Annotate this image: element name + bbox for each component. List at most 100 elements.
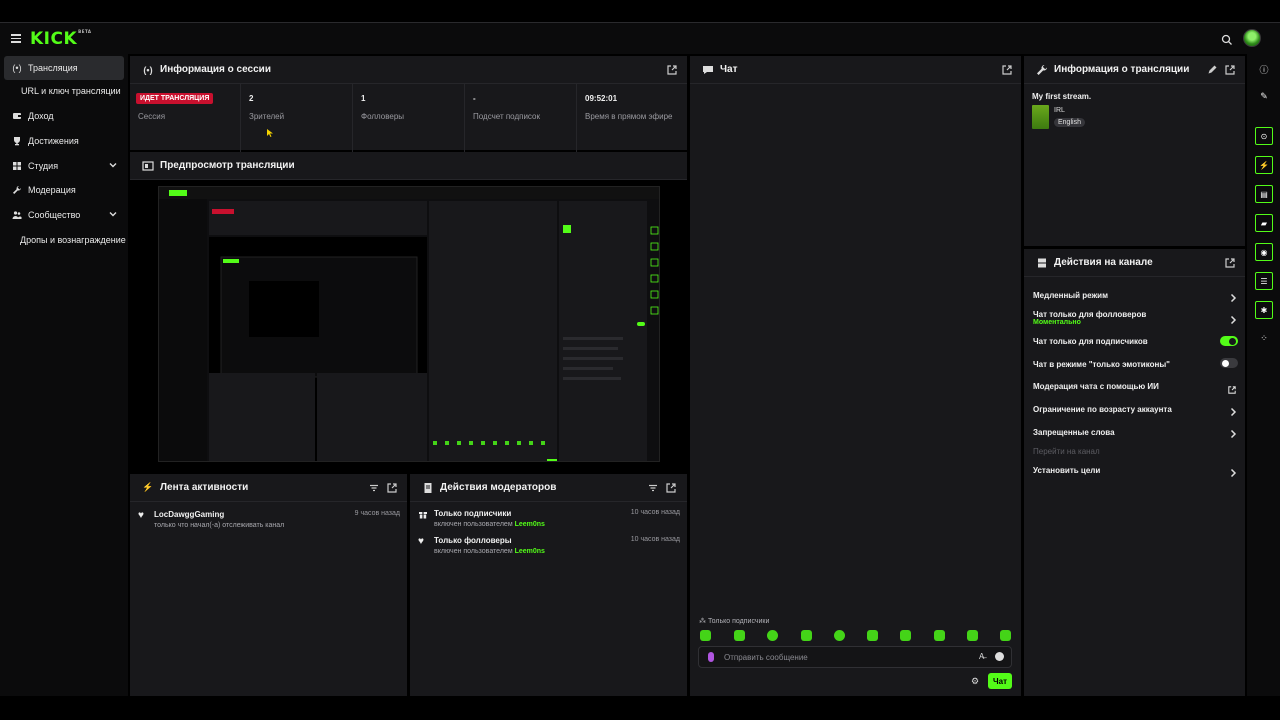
popout-icon[interactable]	[387, 483, 397, 493]
followers-only-row[interactable]: Чат только для фолловеров	[1033, 310, 1146, 319]
emote-icon[interactable]	[934, 630, 945, 641]
popout-icon[interactable]	[667, 65, 677, 75]
mod-action-user[interactable]: Leem0ns	[515, 521, 545, 528]
popout-icon[interactable]	[1225, 65, 1235, 75]
stat-label: Фолловеры	[361, 112, 405, 121]
edit-icon[interactable]: ✎	[1258, 90, 1270, 102]
chat-message-input[interactable]: Отправить сообщение A̶	[698, 646, 1012, 668]
language-tag: English	[1054, 118, 1085, 127]
wrench-icon	[12, 185, 22, 195]
external-link-icon[interactable]	[1228, 381, 1236, 394]
filter-icon[interactable]	[369, 483, 379, 493]
stat-value: 09:52:01	[585, 94, 618, 103]
lightning-icon[interactable]: ⚡	[1255, 156, 1273, 174]
kick-logo[interactable]: KICKBETA	[30, 29, 91, 49]
chevron-right-icon[interactable]	[1228, 290, 1238, 303]
info-icon[interactable]: ⓘ	[1258, 63, 1270, 75]
stat-live-time: 09:52:01 Время в прямом эфире	[577, 84, 687, 152]
emote-only-toggle[interactable]	[1220, 358, 1238, 368]
chat-panel: Чат	[690, 56, 1021, 696]
emote-icon[interactable]	[801, 630, 812, 641]
mod-action-user[interactable]: Leem0ns	[515, 548, 545, 555]
emote-icon[interactable]	[700, 630, 711, 641]
emote-icon[interactable]	[834, 630, 845, 641]
broadcast-icon[interactable]: ◉	[1255, 243, 1273, 261]
emote-icon[interactable]	[767, 630, 778, 641]
wrench-icon	[1036, 64, 1048, 76]
panel-title: Предпросмотр трансляции	[160, 160, 295, 171]
stream-preview-video	[158, 186, 660, 462]
sidebar-item-drops[interactable]: Дропы и вознаграждение	[20, 235, 126, 245]
stat-label: Время в прямом эфире	[585, 112, 673, 121]
sidebar-item-studio[interactable]: Студия	[4, 154, 124, 178]
emote-only-row: Чат в режиме "только эмотиконы"	[1033, 360, 1170, 369]
stat-followers: 1 Фолловеры	[353, 84, 465, 152]
user-avatar[interactable]	[1243, 29, 1261, 47]
panel-title: Чат	[720, 64, 738, 75]
sidebar-item-community[interactable]: Сообщество	[4, 203, 124, 227]
set-goals-row[interactable]: Установить цели	[1033, 466, 1100, 475]
panel-title: Действия на канале	[1054, 257, 1153, 268]
session-info-panel: (•) Информация о сессии ИДЕТ ТРАНСЛЯЦИЯ …	[130, 56, 687, 152]
subscribers-only-toggle[interactable]	[1220, 336, 1238, 346]
stream-title: My first stream.	[1032, 92, 1092, 101]
edit-icon[interactable]	[1207, 65, 1217, 75]
account-age-row[interactable]: Ограничение по возрасту аккаунта	[1033, 405, 1172, 414]
sidebar-item-broadcast[interactable]: (•) Трансляция	[4, 56, 124, 80]
panel-title: Лента активности	[160, 482, 249, 493]
emote-icon[interactable]	[734, 630, 745, 641]
subscribers-only-row: Чат только для подписчиков	[1033, 337, 1148, 346]
chat-bubble-icon	[702, 64, 714, 76]
sidebar-item-income[interactable]: Доход	[4, 104, 124, 128]
popout-icon[interactable]	[1002, 65, 1012, 75]
emoji-icon[interactable]	[995, 652, 1004, 661]
wrench-icon[interactable]: ✱	[1255, 301, 1273, 319]
category-thumbnail[interactable]	[1032, 105, 1049, 129]
chat-bubble-icon[interactable]: ▰	[1255, 214, 1273, 232]
filter-icon[interactable]	[648, 483, 658, 493]
chat-send-button[interactable]: Чат	[988, 673, 1012, 689]
chevron-right-icon[interactable]	[1228, 465, 1238, 478]
emote-icon[interactable]	[967, 630, 978, 641]
menu-icon[interactable]	[11, 34, 21, 43]
chevron-right-icon[interactable]	[1228, 312, 1238, 325]
document-icon	[422, 482, 434, 494]
chevron-down-icon	[108, 160, 118, 170]
emote-icon[interactable]	[867, 630, 878, 641]
ai-moderation-row[interactable]: Модерация чата с помощью ИИ	[1033, 382, 1159, 391]
sidebar-item-moderation[interactable]: Модерация	[4, 178, 124, 202]
mouse-cursor	[267, 124, 273, 137]
chevron-right-icon[interactable]	[1228, 404, 1238, 417]
live-badge: ИДЕТ ТРАНСЛЯЦИЯ	[136, 93, 214, 104]
popout-icon[interactable]	[1225, 258, 1235, 268]
emote-icon[interactable]	[900, 630, 911, 641]
stat-label: Зрителей	[249, 112, 285, 121]
category-name[interactable]: IRL	[1054, 107, 1065, 114]
camera-icon[interactable]: ⊙	[1255, 127, 1273, 145]
gear-icon[interactable]: ⚙	[971, 676, 981, 686]
wallet-icon	[12, 111, 22, 121]
preview-thumbnail	[159, 187, 659, 461]
search-icon[interactable]	[1221, 33, 1233, 45]
mod-action-title: Только фолловеры	[434, 536, 512, 545]
banned-words-row[interactable]: Запрещенные слова	[1033, 428, 1115, 437]
sidebar-item-stream-key[interactable]: URL и ключ трансляции	[21, 86, 121, 96]
heart-icon: ♥	[138, 510, 144, 521]
sidebar-item-label: Трансляция	[28, 63, 78, 73]
broadcast-icon: (•)	[143, 64, 153, 75]
stat-session: ИДЕТ ТРАНСЛЯЦИЯ Сессия	[130, 84, 241, 152]
activity-username[interactable]: LocDawggGaming	[154, 510, 224, 519]
popout-icon[interactable]	[666, 483, 676, 493]
sidebar-item-label: Модерация	[28, 185, 76, 195]
stream-info-panel: Информация о трансляции My first stream.…	[1024, 56, 1245, 246]
server-icon[interactable]: ☰	[1255, 272, 1273, 290]
document-icon[interactable]: ▤	[1255, 185, 1273, 203]
slow-mode-row[interactable]: Медленный режим	[1033, 291, 1108, 300]
microphone-icon[interactable]	[708, 652, 714, 662]
apps-icon[interactable]: ⁘	[1258, 332, 1270, 344]
emote-icon[interactable]	[1000, 630, 1011, 641]
translate-icon[interactable]: A̶	[979, 652, 984, 661]
panel-title: Действия модераторов	[440, 482, 557, 493]
chevron-right-icon[interactable]	[1228, 426, 1238, 439]
sidebar-item-achievements[interactable]: Достижения	[4, 129, 124, 153]
